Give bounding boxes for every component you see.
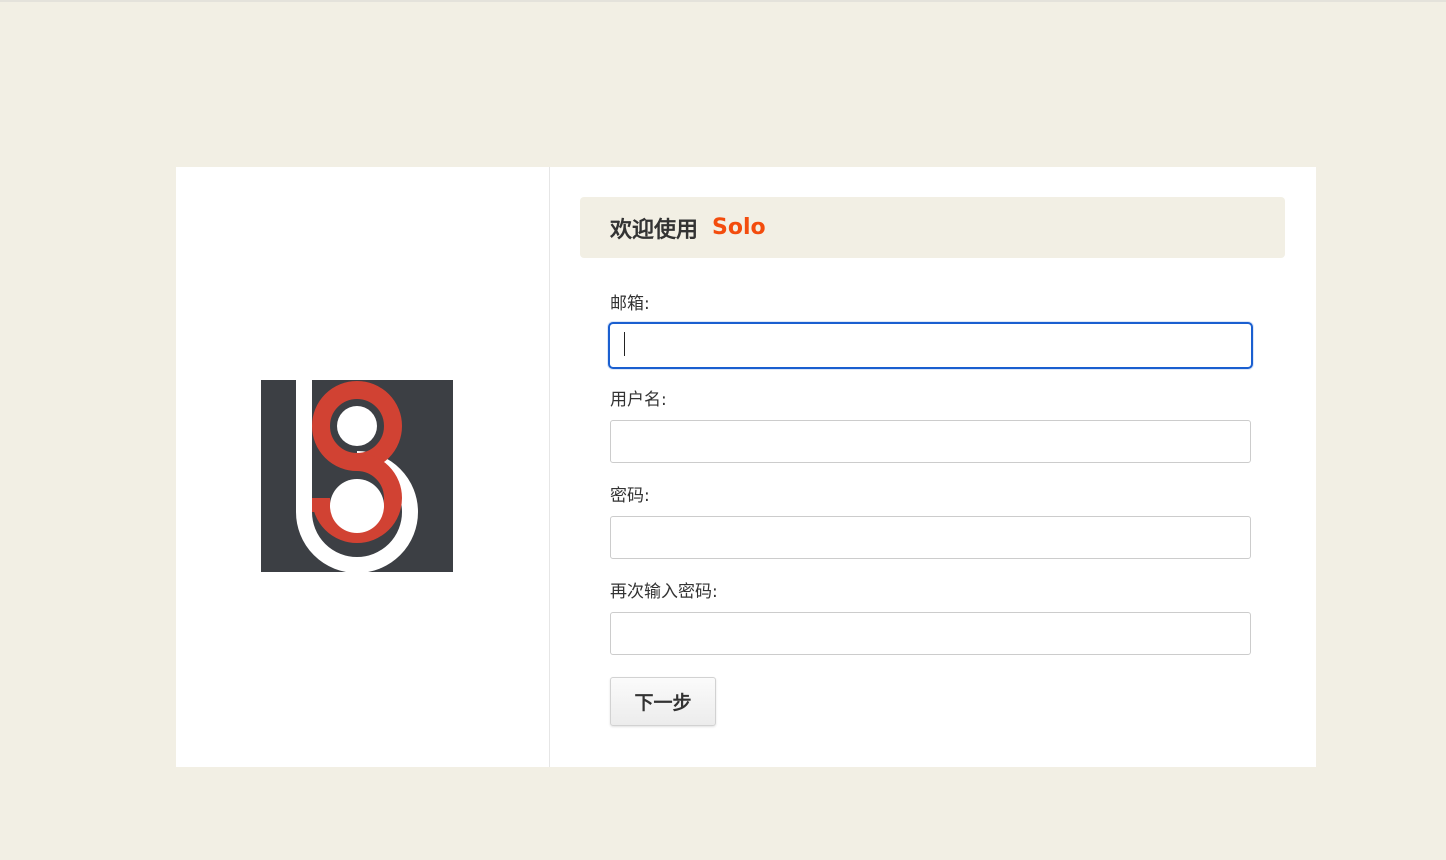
solo-logo-icon xyxy=(261,380,453,572)
top-border xyxy=(0,0,1446,2)
password-field[interactable] xyxy=(610,516,1251,559)
welcome-text: 欢迎使用 xyxy=(610,217,699,243)
next-button[interactable]: 下一步 xyxy=(610,677,716,726)
text-caret xyxy=(624,332,625,356)
email-field-wrap xyxy=(608,322,1255,369)
logo-panel xyxy=(176,167,550,767)
confirm-password-label: 再次输入密码: xyxy=(610,582,718,602)
init-form: 邮箱: 用户名: 密码: 再次输入密码: 下一步 xyxy=(608,292,1255,726)
init-card: 欢迎使用 Solo 邮箱: 用户名: 密码: 再次输入密码: 下一步 xyxy=(176,167,1316,767)
email-label: 邮箱: xyxy=(610,294,650,314)
email-field[interactable] xyxy=(608,322,1253,369)
username-label: 用户名: xyxy=(610,390,667,410)
welcome-banner: 欢迎使用 Solo xyxy=(580,197,1285,258)
password-label: 密码: xyxy=(610,486,650,506)
confirm-password-field[interactable] xyxy=(610,612,1251,655)
brand-name: Solo xyxy=(712,215,766,240)
username-field[interactable] xyxy=(610,420,1251,463)
form-panel: 欢迎使用 Solo 邮箱: 用户名: 密码: 再次输入密码: 下一步 xyxy=(550,167,1316,767)
